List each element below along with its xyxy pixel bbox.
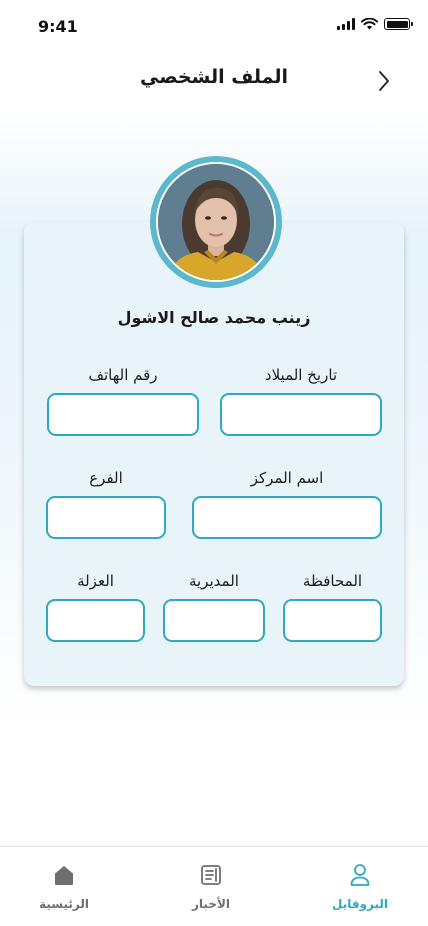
- status-time: 9:41: [38, 17, 78, 36]
- wifi-icon: [361, 18, 378, 30]
- bottom-nav: البروفايل الأخبار الرئيسية: [0, 846, 428, 926]
- nav-label-profile: البروفايل: [331, 897, 389, 911]
- directorate-label: المديرية: [189, 572, 239, 590]
- birth-date-label: تاريخ الميلاد: [264, 366, 338, 384]
- branch-field[interactable]: [46, 496, 166, 539]
- page-title: الملف الشخصي: [139, 66, 288, 88]
- avatar-ring: [150, 156, 282, 288]
- uzla-label: العزلة: [77, 572, 114, 590]
- governorate-label: المحافظة: [302, 572, 363, 590]
- home-icon: [55, 866, 73, 885]
- branch-label: الفرع: [89, 469, 123, 487]
- chevron-right-icon: [379, 71, 389, 91]
- avatar-photo: [158, 164, 274, 280]
- center-name-field[interactable]: [192, 496, 382, 539]
- center-name-label: اسم المركز: [250, 469, 324, 487]
- status-bar: 9:41: [0, 0, 428, 54]
- birth-date-field[interactable]: [220, 393, 382, 436]
- phone-label: رقم الهاتف: [88, 366, 158, 384]
- nav-label-news: الأخبار: [191, 897, 230, 911]
- nav-item-profile[interactable]: البروفايل: [310, 863, 410, 912]
- nav-item-home[interactable]: الرئيسية: [14, 863, 114, 912]
- phone-field[interactable]: [47, 393, 199, 436]
- governorate-field[interactable]: [283, 599, 382, 642]
- cellular-signal-icon: [337, 18, 355, 30]
- avatar: [156, 162, 276, 282]
- header: الملف الشخصي: [0, 58, 428, 102]
- uzla-field[interactable]: [46, 599, 145, 642]
- battery-icon: [384, 18, 413, 30]
- directorate-field[interactable]: [163, 599, 265, 642]
- back-button[interactable]: [372, 68, 396, 94]
- news-icon: [201, 865, 221, 885]
- nav-item-news[interactable]: الأخبار: [161, 863, 261, 912]
- profile-name: زينب محمد صالح الاشول: [117, 308, 311, 327]
- status-icons: [337, 18, 413, 30]
- nav-label-home: الرئيسية: [39, 897, 89, 911]
- user-icon: [350, 864, 370, 886]
